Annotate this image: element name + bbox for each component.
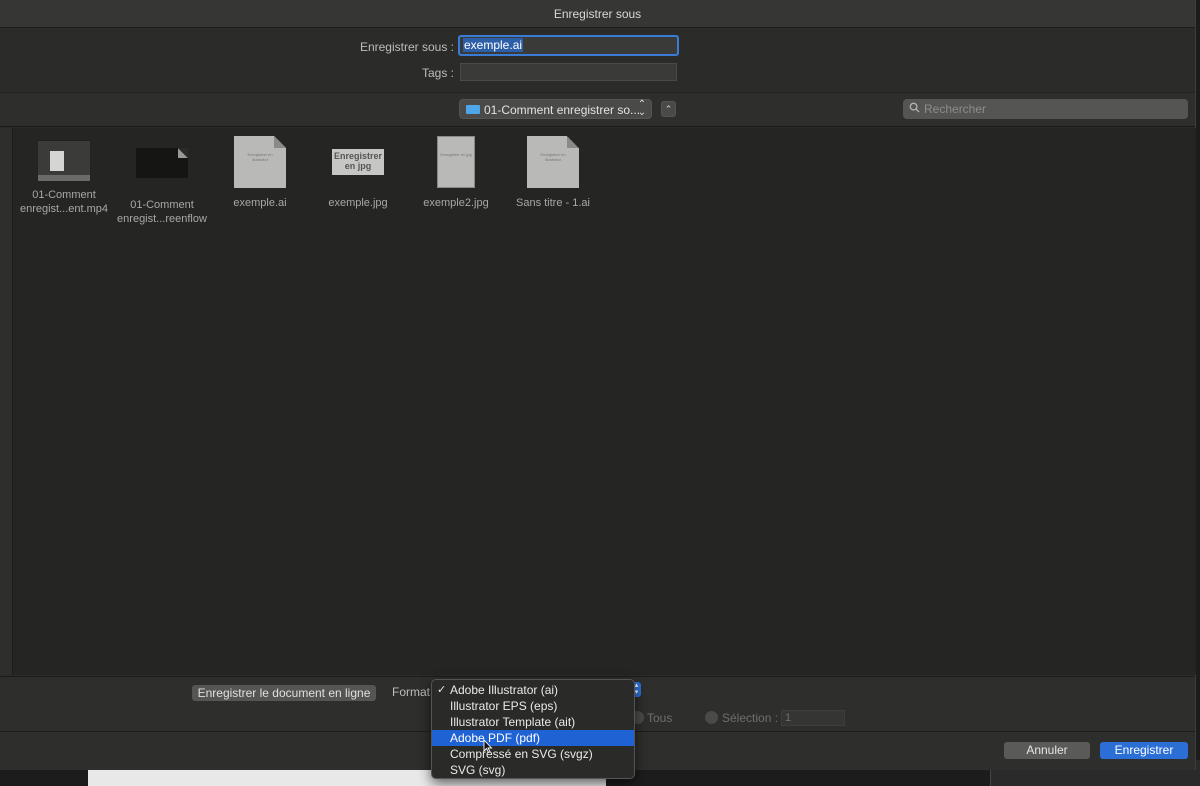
- file-name-line1: exemple2.jpg: [423, 197, 489, 209]
- format-option-eps[interactable]: Illustrator EPS (eps): [432, 698, 634, 714]
- search-placeholder: Rechercher: [924, 102, 987, 116]
- filename-input[interactable]: exemple.ai: [458, 35, 679, 56]
- location-select[interactable]: 01-Comment enregistrer so... ⌃ ⌄: [459, 99, 652, 119]
- radio-all-label: Tous: [647, 711, 673, 725]
- file-name-line2: enregist...reenflow: [117, 213, 207, 225]
- tags-label: Tags :: [421, 66, 454, 80]
- save-button[interactable]: Enregistrer: [1100, 742, 1188, 759]
- file-item[interactable]: Enregistrer en jpg exemple.jpg: [309, 136, 407, 210]
- format-option-svgz[interactable]: Compressé en SVG (svgz): [432, 746, 634, 762]
- format-option-label: Compressé en SVG (svgz): [450, 747, 593, 761]
- filename-value: exemple.ai: [463, 38, 524, 52]
- cancel-button[interactable]: Annuler: [1004, 742, 1090, 759]
- expand-collapse-button[interactable]: ⌃: [661, 101, 676, 117]
- format-option-pdf[interactable]: Adobe PDF (pdf): [432, 730, 634, 746]
- format-option-label: SVG (svg): [450, 763, 506, 777]
- file-name-line1: 01-Comment: [130, 199, 194, 211]
- save-dialog: Enregistrer sous Enregistrer sous : exem…: [0, 0, 1196, 770]
- jpg-thumbnail: Enregistrer en jpg: [332, 149, 384, 175]
- sidebar-collapsed[interactable]: [0, 128, 13, 675]
- location-folder-name: 01-Comment enregistrer so...: [484, 103, 641, 117]
- file-item[interactable]: Enregistrer en jpg exemple2.jpg: [407, 136, 505, 210]
- file-item[interactable]: 01-Comment enregist...reenflow: [113, 140, 211, 226]
- folder-icon: [466, 105, 480, 114]
- file-browser: 01-Comment enregist...ent.mp4 01-Comment…: [13, 128, 1196, 675]
- checkmark-icon: ✓: [437, 684, 447, 696]
- format-option-ait[interactable]: Illustrator Template (ait): [432, 714, 634, 730]
- format-option-label: Illustrator EPS (eps): [450, 699, 558, 713]
- format-option-label: Illustrator Template (ait): [450, 715, 576, 729]
- title-bar: Enregistrer sous: [0, 0, 1195, 28]
- file-item[interactable]: 01-Comment enregist...ent.mp4: [15, 140, 113, 216]
- format-option-ai[interactable]: ✓ Adobe Illustrator (ai): [432, 682, 634, 698]
- format-label: Format: [392, 685, 431, 699]
- format-option-svg[interactable]: SVG (svg): [432, 762, 634, 778]
- chevron-updown-icon: ⌃ ⌄: [637, 99, 647, 118]
- tags-input[interactable]: [460, 63, 677, 81]
- file-name-line1: 01-Comment: [32, 189, 96, 201]
- file-name-line2: enregist...ent.mp4: [19, 203, 109, 215]
- file-name-line1: Sans titre - 1.ai: [516, 197, 590, 209]
- file-name-line1: exemple.ai: [233, 197, 287, 209]
- file-item[interactable]: Enregistrer en illustrator Sans titre - …: [504, 136, 602, 210]
- radio-selection-label: Sélection :: [722, 711, 779, 725]
- format-dropdown-menu: ✓ Adobe Illustrator (ai) Illustrator EPS…: [431, 679, 635, 779]
- save-as-label: Enregistrer sous :: [359, 40, 454, 54]
- range-input[interactable]: 1: [781, 710, 845, 726]
- radio-selection[interactable]: [705, 711, 718, 724]
- ai-document-thumbnail: Enregistrer en illustrator: [234, 136, 286, 188]
- format-option-label: Adobe Illustrator (ai): [450, 683, 559, 697]
- mouse-pointer-icon: [483, 739, 493, 753]
- search-field[interactable]: Rechercher: [903, 99, 1188, 119]
- dialog-title: Enregistrer sous: [553, 7, 642, 21]
- file-item[interactable]: Enregistrer en illustrator exemple.ai: [211, 136, 309, 210]
- format-option-label: Adobe PDF (pdf): [450, 731, 541, 745]
- save-online-button[interactable]: Enregistrer le document en ligne: [192, 685, 376, 701]
- screenflow-thumbnail: [136, 148, 188, 178]
- video-thumbnail: [37, 140, 91, 182]
- file-name-line1: exemple.jpg: [328, 197, 388, 209]
- ai-document-thumbnail: Enregistrer en illustrator: [527, 136, 579, 188]
- location-toolbar: 01-Comment enregistrer so... ⌃ ⌄ ⌃ Recher…: [0, 92, 1195, 127]
- search-icon: [909, 102, 920, 113]
- jpg-document-thumbnail: Enregistrer en jpg: [437, 136, 475, 188]
